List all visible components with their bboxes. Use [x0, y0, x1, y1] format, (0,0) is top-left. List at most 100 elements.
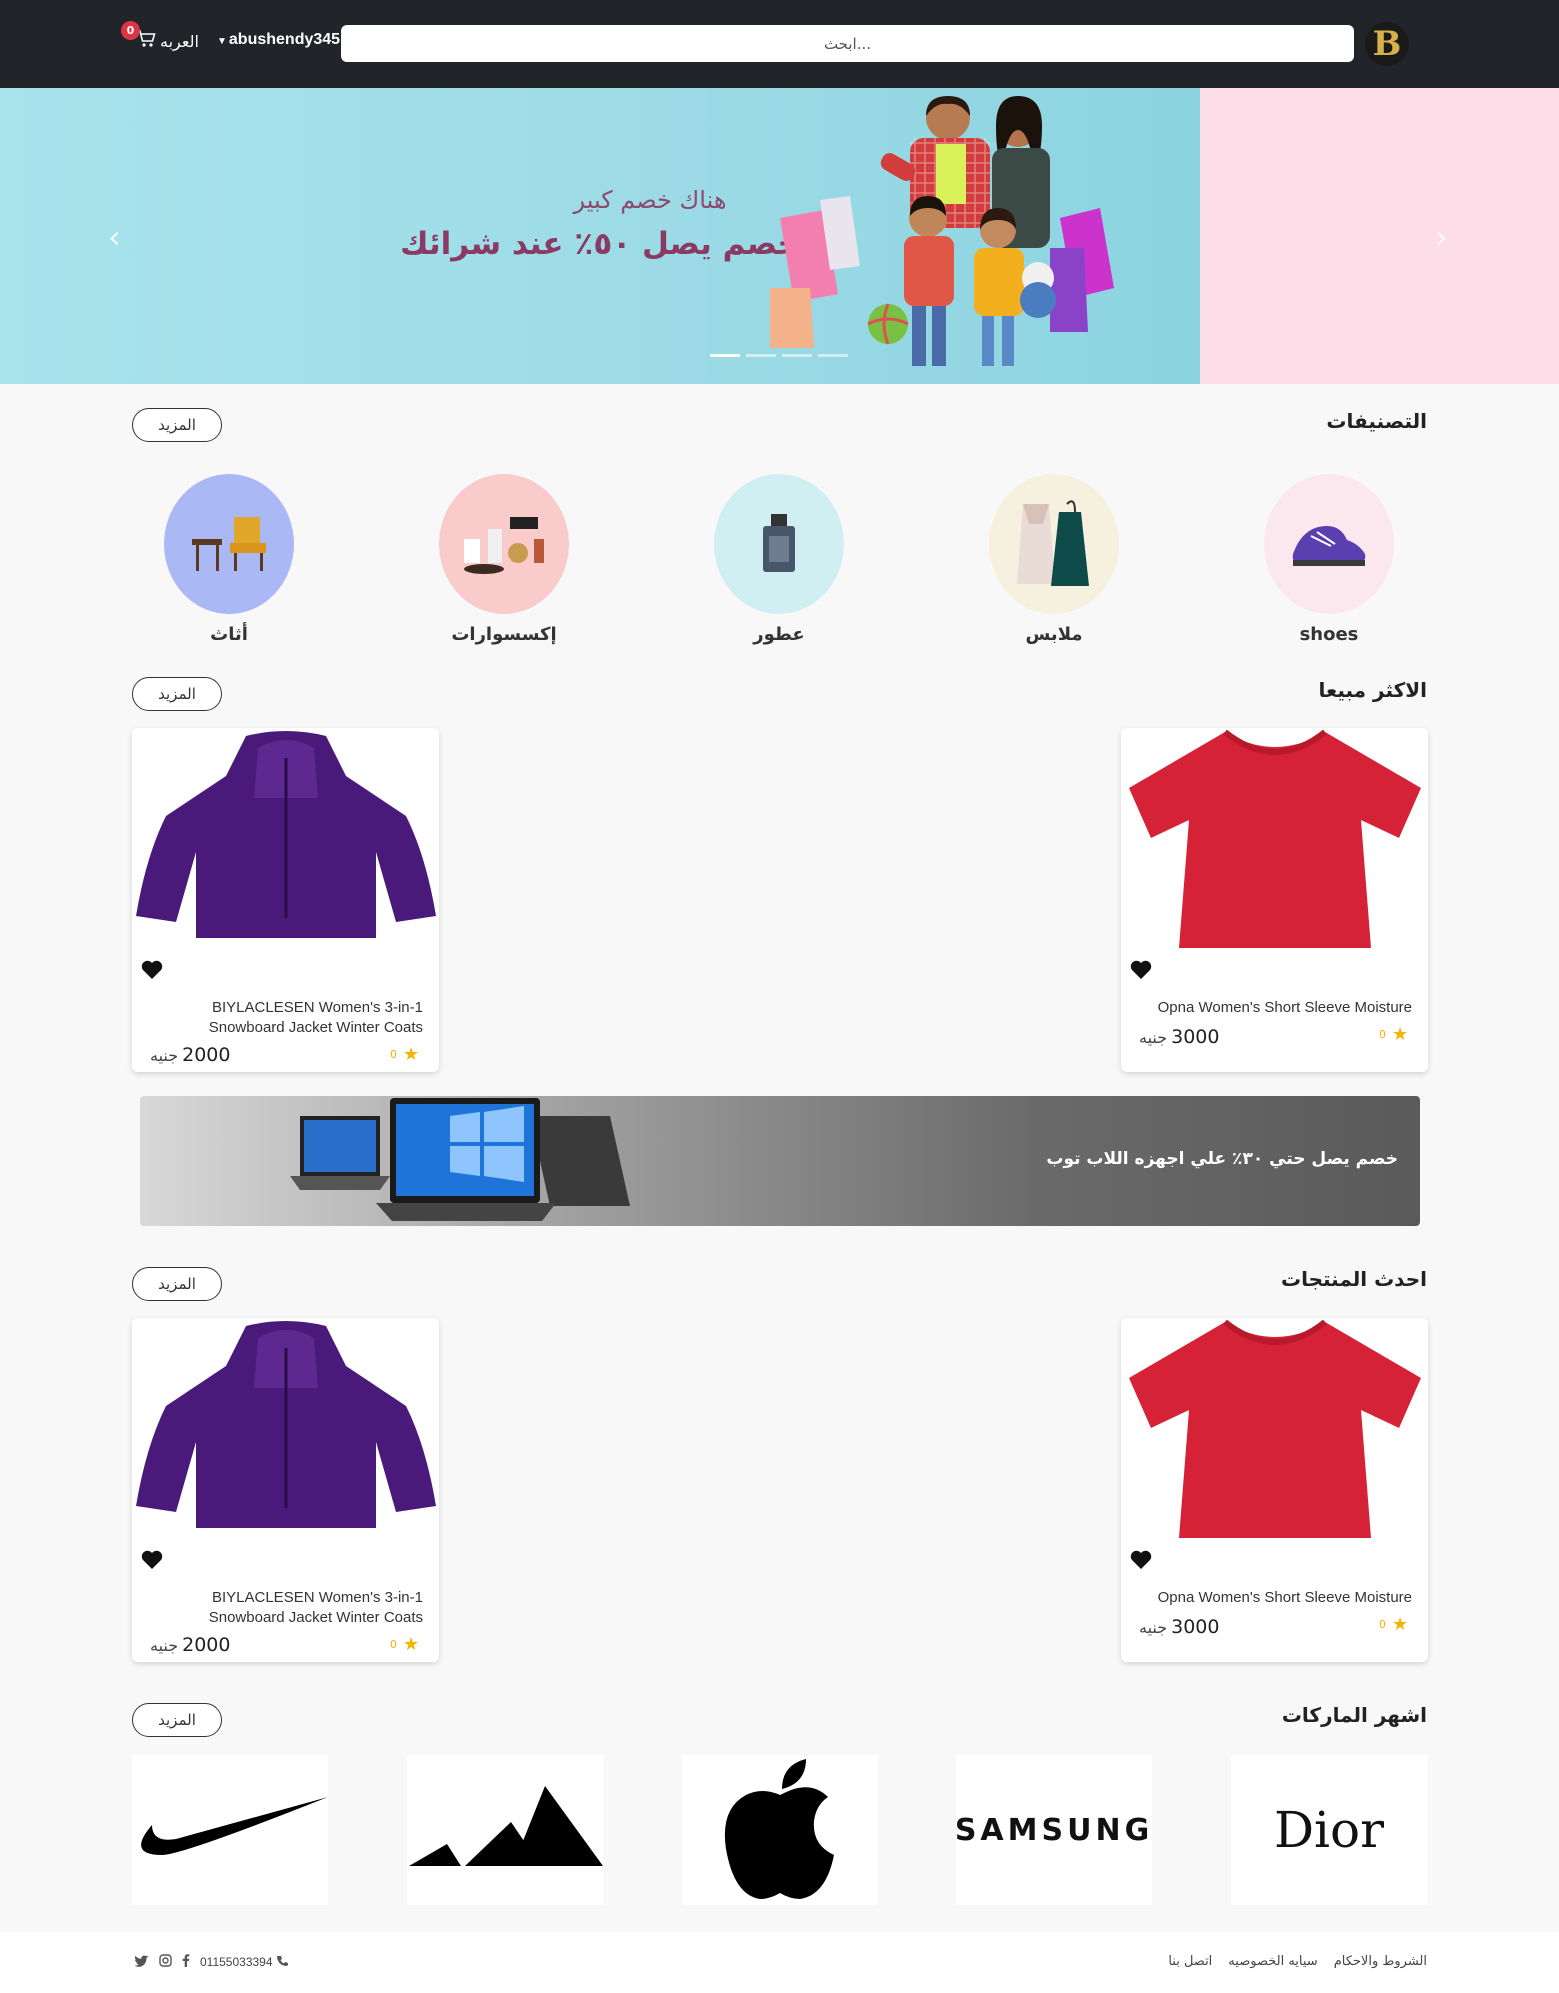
caret-down-icon: ▼	[217, 36, 227, 47]
brand-dior[interactable]: Dior	[1231, 1755, 1427, 1905]
instagram-icon[interactable]	[159, 1954, 172, 1970]
product-card[interactable]: Opna Women's Short Sleeve Moisture 0 ★ 3…	[1121, 1318, 1428, 1662]
brand-nike[interactable]	[132, 1755, 328, 1905]
star-icon: ★	[1392, 1024, 1409, 1045]
svg-text:B: B	[1373, 24, 1402, 64]
phone-icon	[276, 1955, 289, 1970]
carousel-indicator[interactable]	[782, 354, 812, 357]
carousel-indicator[interactable]	[746, 354, 776, 357]
product-card[interactable]: BIYLACLESEN Women's 3-in-1 Snowboard Jac…	[132, 728, 439, 1072]
facebook-icon[interactable]	[182, 1954, 190, 1970]
product-image	[134, 1318, 437, 1543]
price-value: 3000	[1171, 1616, 1220, 1638]
rating-count: 0	[1379, 1028, 1386, 1041]
cart-label: العربه	[160, 31, 199, 51]
latest-products-more-button[interactable]: المزيد	[132, 1267, 222, 1301]
latest-products-title: احدث المنتجات	[1280, 1267, 1427, 1291]
price-currency: جنيه	[150, 1636, 179, 1655]
product-price: 2000 جنيه	[150, 1044, 230, 1066]
brand-adidas[interactable]	[407, 1755, 603, 1905]
carousel-indicator[interactable]	[818, 354, 848, 357]
category-label: أثاث	[210, 624, 248, 645]
categories-more-button[interactable]: المزيد	[132, 408, 222, 442]
product-name[interactable]: BIYLACLESEN Women's 3-in-1 Snowboard Jac…	[153, 998, 423, 1038]
footer: الشروط والاحكام سيايه الخصوصيه اتصل بنا …	[0, 1932, 1559, 1993]
apple-logo	[724, 1759, 834, 1899]
contact-link[interactable]: اتصل بنا	[1168, 1954, 1212, 1969]
category-perfumes[interactable]: عطور	[714, 474, 844, 645]
footer-contact: 01155033394	[134, 1954, 289, 1970]
rating-count: 0	[390, 1638, 397, 1651]
family-shopping-image	[770, 96, 1114, 366]
best-sellers-title: الاكثر مبيعا	[1318, 678, 1427, 702]
heart-icon[interactable]	[1129, 958, 1153, 982]
chevron-right-icon[interactable]: ›	[1435, 218, 1448, 256]
heart-icon[interactable]	[140, 1548, 164, 1572]
product-name[interactable]: Opna Women's Short Sleeve Moisture	[1142, 998, 1412, 1018]
rating-count: 0	[1379, 1618, 1386, 1631]
twitter-icon[interactable]	[134, 1955, 149, 1970]
product-rating: 0 ★	[390, 1634, 419, 1655]
best-sellers-more-button[interactable]: المزيد	[132, 677, 222, 711]
laptop-image	[290, 1098, 630, 1221]
cart-count-badge: 0	[121, 21, 140, 40]
price-currency: جنيه	[1139, 1618, 1168, 1637]
category-image	[439, 474, 569, 614]
category-furniture[interactable]: أثاث	[164, 474, 294, 645]
cart-button[interactable]: العربه	[136, 30, 199, 52]
product-image	[134, 728, 437, 953]
promo-text: خصم يصل حتي ٣٠٪ علي اجهزه اللاب توب	[1046, 1149, 1398, 1169]
adidas-logo	[409, 1786, 603, 1866]
category-image	[714, 474, 844, 614]
category-shoes[interactable]: shoes	[1264, 474, 1394, 645]
category-image	[164, 474, 294, 614]
hero-next-slide-peek	[1200, 88, 1559, 384]
product-card[interactable]: Opna Women's Short Sleeve Moisture 0 ★ 3…	[1121, 728, 1428, 1072]
product-rating: 0 ★	[1379, 1614, 1408, 1635]
terms-link[interactable]: الشروط والاحكام	[1334, 1954, 1427, 1969]
product-card[interactable]: BIYLACLESEN Women's 3-in-1 Snowboard Jac…	[132, 1318, 439, 1662]
category-image	[989, 474, 1119, 614]
footer-links: الشروط والاحكام سيايه الخصوصيه اتصل بنا	[1168, 1954, 1427, 1969]
brands-more-button[interactable]: المزيد	[132, 1703, 222, 1737]
product-name[interactable]: BIYLACLESEN Women's 3-in-1 Snowboard Jac…	[153, 1588, 423, 1628]
phone-contact[interactable]: 01155033394	[200, 1955, 289, 1970]
privacy-link[interactable]: سيايه الخصوصيه	[1228, 1954, 1317, 1969]
laptop-promo-banner[interactable]: خصم يصل حتي ٣٠٪ علي اجهزه اللاب توب	[140, 1096, 1420, 1226]
star-icon: ★	[403, 1044, 420, 1065]
price-currency: جنيه	[1139, 1028, 1168, 1047]
brand-apple[interactable]	[682, 1755, 878, 1905]
search-input[interactable]	[341, 25, 1354, 62]
category-clothes[interactable]: ملابس	[989, 474, 1119, 645]
heart-icon[interactable]	[1129, 1548, 1153, 1572]
product-image	[1123, 728, 1426, 953]
price-value: 3000	[1171, 1026, 1220, 1048]
category-accessories[interactable]: إكسسوارات	[439, 474, 569, 645]
brands-title: اشهر الماركات	[1281, 1703, 1427, 1727]
star-icon: ★	[403, 1634, 420, 1655]
category-image	[1264, 474, 1394, 614]
price-currency: جنيه	[150, 1046, 179, 1065]
categories-title: التصنيفات	[1326, 409, 1427, 433]
price-value: 2000	[182, 1634, 231, 1656]
product-price: 3000 جنيه	[1139, 1616, 1219, 1638]
nike-logo	[141, 1797, 328, 1855]
category-label: shoes	[1299, 624, 1359, 645]
product-rating: 0 ★	[1379, 1024, 1408, 1045]
product-name[interactable]: Opna Women's Short Sleeve Moisture	[1142, 1588, 1412, 1608]
brand-samsung[interactable]: SAMSUNG	[955, 1755, 1152, 1905]
phone-number: 01155033394	[200, 1955, 273, 1969]
hero-subtitle: هناك خصم كبير	[573, 186, 727, 214]
logo[interactable]: B	[1363, 20, 1411, 68]
category-label: عطور	[753, 624, 805, 645]
category-label: إكسسوارات	[451, 624, 557, 645]
heart-icon[interactable]	[140, 958, 164, 982]
user-menu[interactable]: ▼ abushendy345	[217, 31, 340, 49]
chevron-left-icon[interactable]: ‹	[108, 218, 121, 256]
product-rating: 0 ★	[390, 1044, 419, 1065]
rating-count: 0	[390, 1048, 397, 1061]
carousel-indicators	[710, 354, 848, 357]
product-price: 3000 جنيه	[1139, 1026, 1219, 1048]
dior-logo: Dior	[1273, 1801, 1385, 1859]
carousel-indicator[interactable]	[710, 354, 740, 357]
